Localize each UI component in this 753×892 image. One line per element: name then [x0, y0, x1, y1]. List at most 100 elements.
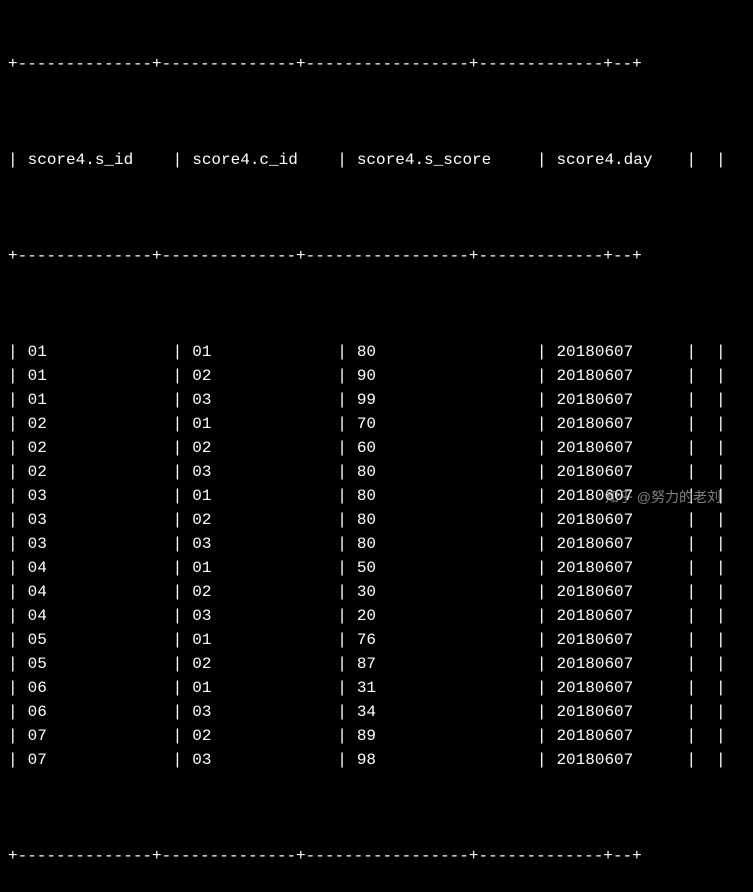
cell-day: 20180607	[546, 652, 686, 676]
pipe-char: |	[537, 628, 547, 652]
pipe-char: |	[8, 676, 18, 700]
cell-s-score: 76	[347, 628, 537, 652]
table-row: |01|01|80|20180607||	[8, 340, 745, 364]
cell-s-score: 30	[347, 580, 537, 604]
cell-s-id: 03	[18, 508, 173, 532]
cell-s-score: 31	[347, 676, 537, 700]
pipe-char: |	[716, 388, 726, 412]
cell-s-score: 70	[347, 412, 537, 436]
pipe-char: |	[337, 148, 347, 172]
cell-s-id: 06	[18, 700, 173, 724]
cell-s-id: 07	[18, 724, 173, 748]
pipe-char: |	[337, 604, 347, 628]
cell-day: 20180607	[546, 604, 686, 628]
cell-c-id: 03	[182, 460, 337, 484]
cell-s-id: 01	[18, 388, 173, 412]
pipe-char: |	[337, 724, 347, 748]
watermark-text: 知乎 @努力的老刘	[605, 487, 721, 508]
pipe-char: |	[686, 436, 696, 460]
pipe-char: |	[686, 508, 696, 532]
cell-day: 20180607	[546, 556, 686, 580]
pipe-char: |	[537, 148, 547, 172]
pipe-char: |	[337, 484, 347, 508]
table-border-header: +--------------+--------------+---------…	[8, 244, 745, 268]
pipe-char: |	[8, 340, 18, 364]
pipe-char: |	[173, 652, 183, 676]
cell-s-score: 80	[347, 340, 537, 364]
cell-c-id: 02	[182, 436, 337, 460]
pipe-char: |	[537, 652, 547, 676]
table-border-bottom: +--------------+--------------+---------…	[8, 844, 745, 868]
pipe-char: |	[716, 412, 726, 436]
pipe-char: |	[337, 748, 347, 772]
cell-day: 20180607	[546, 388, 686, 412]
cell-s-score: 98	[347, 748, 537, 772]
pipe-char: |	[337, 700, 347, 724]
pipe-char: |	[537, 388, 547, 412]
cell-day: 20180607	[546, 748, 686, 772]
pipe-char: |	[716, 532, 726, 556]
pipe-char: |	[8, 484, 18, 508]
pipe-char: |	[337, 532, 347, 556]
cell-s-id: 03	[18, 532, 173, 556]
pipe-char: |	[173, 340, 183, 364]
pipe-char: |	[337, 364, 347, 388]
pipe-char: |	[337, 388, 347, 412]
cell-s-id: 04	[18, 604, 173, 628]
cell-s-score: 34	[347, 700, 537, 724]
cell-c-id: 02	[182, 508, 337, 532]
pipe-char: |	[337, 676, 347, 700]
pipe-char: |	[686, 580, 696, 604]
pipe-char: |	[337, 508, 347, 532]
pipe-char: |	[716, 580, 726, 604]
pipe-char: |	[8, 532, 18, 556]
cell-day: 20180607	[546, 460, 686, 484]
cell-s-score: 80	[347, 508, 537, 532]
table-row: |03|02|80|20180607||	[8, 508, 745, 532]
pipe-char: |	[716, 436, 726, 460]
pipe-char: |	[8, 748, 18, 772]
cell-c-id: 01	[182, 412, 337, 436]
pipe-char: |	[173, 436, 183, 460]
pipe-char: |	[337, 340, 347, 364]
pipe-char: |	[686, 724, 696, 748]
pipe-char: |	[686, 460, 696, 484]
pipe-char: |	[8, 700, 18, 724]
pipe-char: |	[537, 700, 547, 724]
pipe-char: |	[8, 412, 18, 436]
pipe-char: |	[173, 508, 183, 532]
pipe-char: |	[337, 652, 347, 676]
pipe-char: |	[173, 460, 183, 484]
pipe-char: |	[337, 436, 347, 460]
pipe-char: |	[173, 484, 183, 508]
table-row: |06|01|31|20180607||	[8, 676, 745, 700]
cell-c-id: 01	[182, 556, 337, 580]
table-row: |06|03|34|20180607||	[8, 700, 745, 724]
pipe-char: |	[537, 412, 547, 436]
table-row: |02|02|60|20180607||	[8, 436, 745, 460]
pipe-char: |	[8, 436, 18, 460]
query-result-table: +--------------+--------------+---------…	[8, 4, 745, 892]
pipe-char: |	[537, 340, 547, 364]
cell-s-score: 87	[347, 652, 537, 676]
cell-c-id: 02	[182, 652, 337, 676]
table-row: |01|02|90|20180607||	[8, 364, 745, 388]
cell-day: 20180607	[546, 364, 686, 388]
pipe-char: |	[686, 604, 696, 628]
pipe-char: |	[686, 148, 696, 172]
cell-day: 20180607	[546, 580, 686, 604]
cell-s-score: 20	[347, 604, 537, 628]
table-row: |02|03|80|20180607||	[8, 460, 745, 484]
cell-c-id: 03	[182, 748, 337, 772]
cell-day: 20180607	[546, 628, 686, 652]
pipe-char: |	[537, 508, 547, 532]
pipe-char: |	[716, 700, 726, 724]
cell-s-score: 60	[347, 436, 537, 460]
pipe-char: |	[173, 580, 183, 604]
pipe-char: |	[173, 724, 183, 748]
table-row: |01|03|99|20180607||	[8, 388, 745, 412]
pipe-char: |	[173, 532, 183, 556]
pipe-char: |	[686, 628, 696, 652]
pipe-char: |	[173, 412, 183, 436]
pipe-char: |	[716, 604, 726, 628]
